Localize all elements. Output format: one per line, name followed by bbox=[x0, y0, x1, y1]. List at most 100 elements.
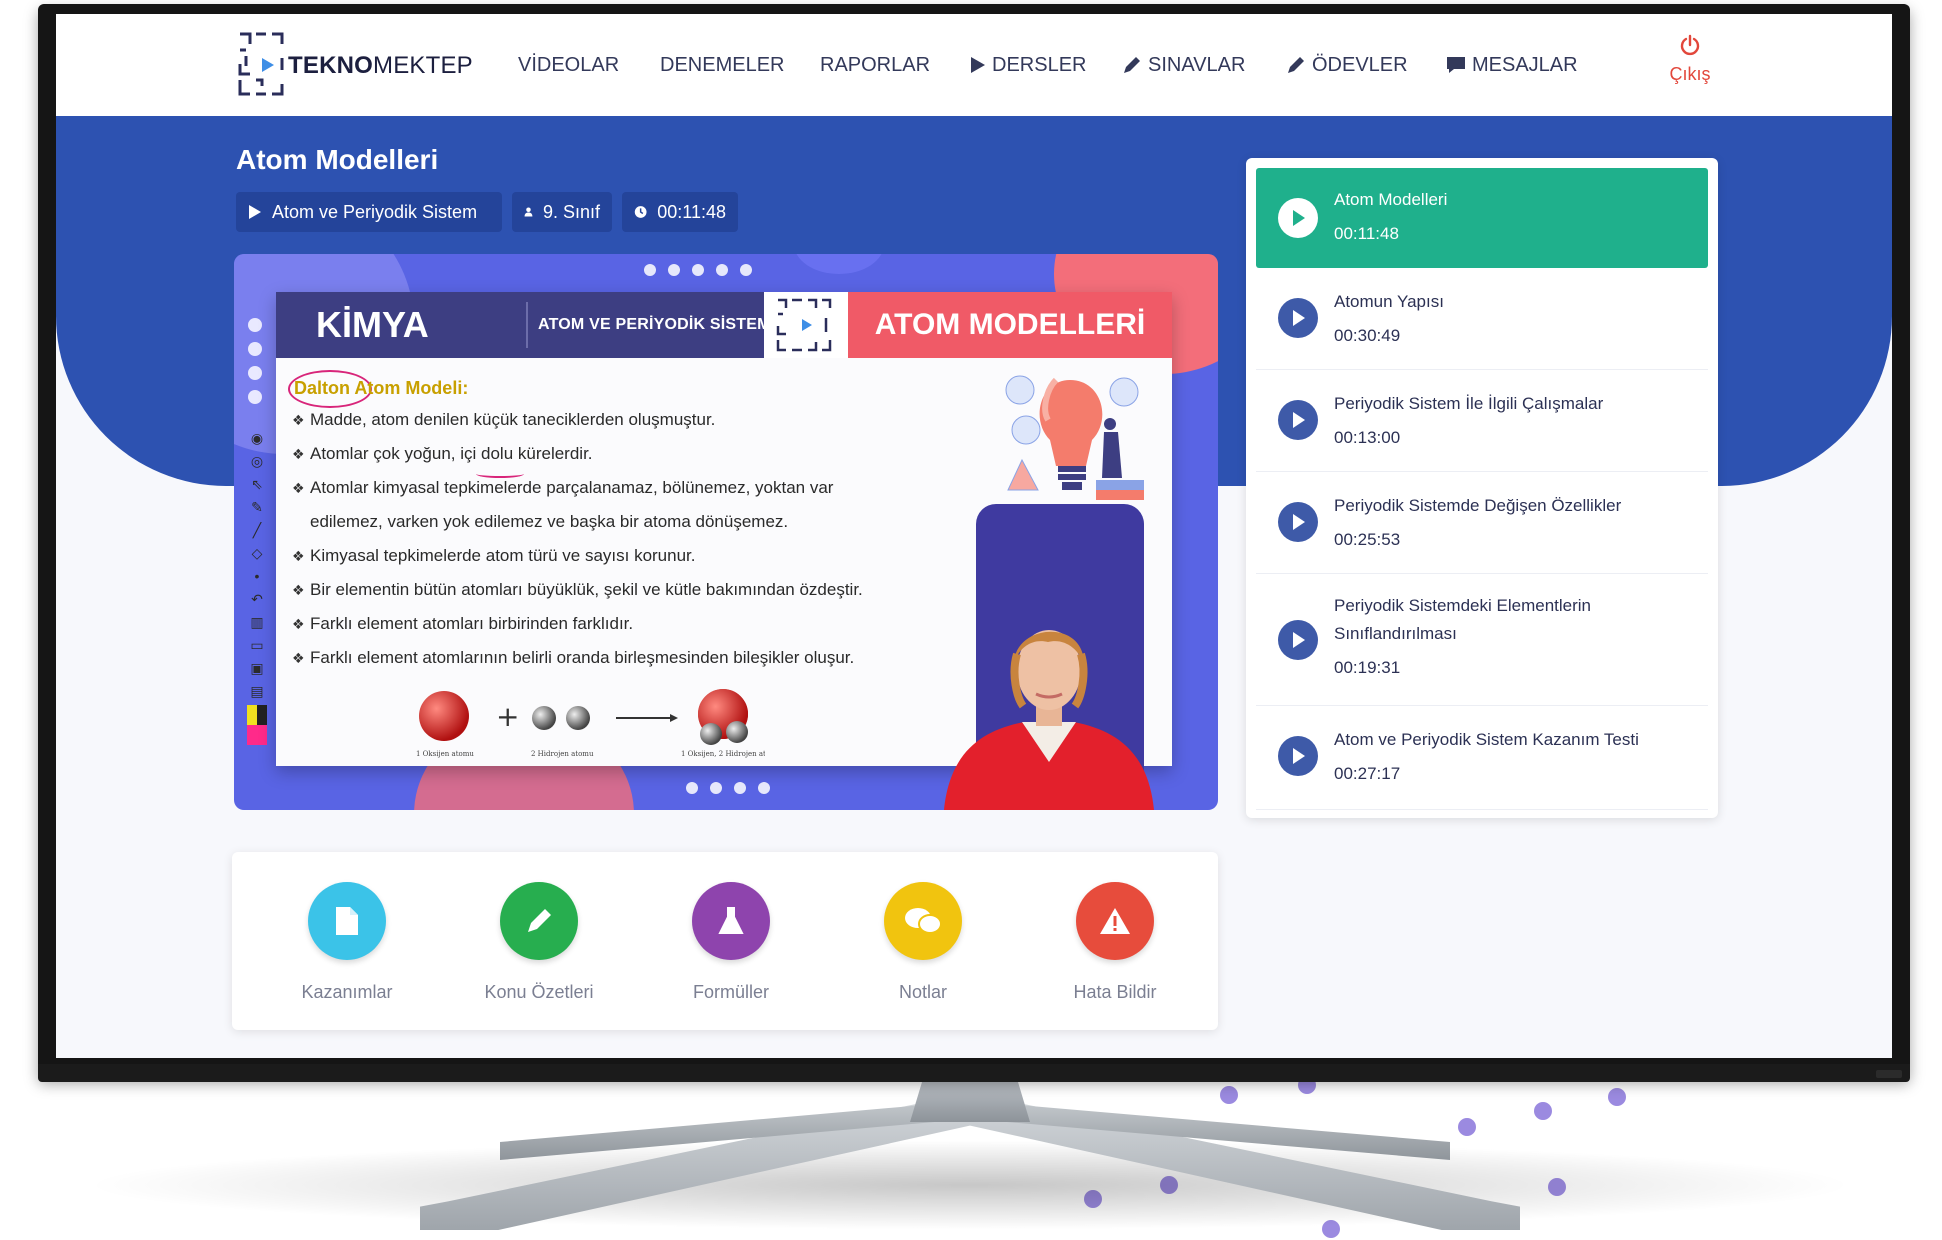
formuller-button[interactable]: Formüller bbox=[666, 882, 796, 1003]
slide-bullet: ❖ Madde, atom denilen küçük taneciklerden… bbox=[292, 410, 716, 429]
play-circle-icon bbox=[1278, 400, 1318, 440]
playlist-item[interactable]: Atom ve Periyodik Sistem Kazanım Testi 0… bbox=[1256, 706, 1708, 810]
nav-dersler[interactable]: DERSLER bbox=[970, 14, 1086, 116]
duration-label: 00:11:48 bbox=[657, 201, 726, 222]
slide-subject: KİMYA bbox=[316, 304, 429, 345]
hydrogen-atom bbox=[532, 706, 556, 730]
play-circle-icon bbox=[1278, 298, 1318, 338]
playlist-duration: 00:25:53 bbox=[1334, 530, 1401, 549]
diagram-label: 2 Hidrojen atomu bbox=[531, 750, 594, 758]
playlist-title: Periyodik Sistemde Değişen Özellikler bbox=[1334, 496, 1622, 515]
nav-raporlar[interactable]: RAPORLAR bbox=[820, 14, 930, 116]
unit-badge: Atom ve Periyodik Sistem bbox=[236, 192, 502, 232]
playlist-item[interactable]: Periyodik Sistemde Değişen Özellikler 00… bbox=[1256, 472, 1708, 574]
eraser-icon[interactable]: ◇ bbox=[247, 544, 267, 562]
tv-mockup: TEKNOMEKTEP VİDEOLAR DENEMELER RAPORLAR … bbox=[0, 0, 1942, 1240]
nav-videolar[interactable]: VİDEOLAR bbox=[518, 14, 619, 116]
diagram-label: 1 Oksijen atomu bbox=[416, 750, 474, 758]
diagram-label: 1 Oksijen, 2 Hidrojen atomu bbox=[681, 750, 765, 758]
teacher-video bbox=[944, 630, 1154, 810]
water-molecule: 1 Oksijen, 2 Hidrojen atomu bbox=[681, 689, 765, 758]
pencil-icon bbox=[1124, 57, 1140, 73]
drawing-toolbar-dots bbox=[248, 318, 262, 404]
highlighter-icon[interactable]: ✎ bbox=[247, 498, 267, 516]
playlist-item[interactable]: Atomun Yapısı 00:30:49 bbox=[1256, 268, 1708, 370]
logout-button[interactable]: Çıkış bbox=[1660, 34, 1720, 98]
tool-label: Hata Bildir bbox=[1073, 982, 1157, 1002]
playlist-duration: 00:11:48 bbox=[1334, 224, 1399, 243]
video-player[interactable]: ◉ ◎ ⇖ ✎ ╱ ◇ • ↶ ▥ ▭ ▣ ▤ KİMYA ATOM VE PE… bbox=[234, 254, 1218, 810]
lightbulb-illustration bbox=[1005, 375, 1144, 500]
playlist-item[interactable]: Periyodik Sistem İle İlgili Çalışmalar 0… bbox=[1256, 370, 1708, 472]
slide-pager-dots[interactable] bbox=[686, 782, 770, 794]
playlist-title: Periyodik Sistemdeki Elementlerin Sınıfl… bbox=[1334, 596, 1591, 643]
decorative-dot bbox=[1458, 1118, 1476, 1136]
decorative-dot bbox=[1220, 1086, 1238, 1104]
nav-denemeler[interactable]: DENEMELER bbox=[660, 14, 784, 116]
logo[interactable]: TEKNOMEKTEP bbox=[236, 28, 486, 100]
camera-icon[interactable]: ▣ bbox=[247, 659, 267, 677]
divider bbox=[526, 302, 528, 348]
decor-dots bbox=[644, 264, 752, 276]
nav-label: DENEMELER bbox=[660, 53, 785, 76]
duration-badge: 00:11:48 bbox=[622, 192, 738, 232]
playlist-item-active[interactable]: Atom Modelleri 00:11:48 bbox=[1256, 168, 1708, 268]
pin-icon[interactable]: ◉ bbox=[247, 429, 267, 447]
decorative-dot bbox=[1534, 1102, 1552, 1120]
play-circle-icon bbox=[1278, 620, 1318, 660]
hydrogen-atom bbox=[566, 706, 590, 730]
play-icon bbox=[249, 205, 261, 219]
screen-icon[interactable]: ▭ bbox=[247, 636, 267, 654]
tv-indicator bbox=[1876, 1070, 1902, 1078]
playlist-duration: 00:27:17 bbox=[1334, 764, 1401, 783]
tv-stand-neck bbox=[910, 1082, 1030, 1122]
site-header: TEKNOMEKTEP VİDEOLAR DENEMELER RAPORLAR … bbox=[56, 14, 1892, 116]
slide-header: KİMYA ATOM VE PERİYODİK SİSTEM bbox=[276, 292, 782, 358]
annotation-underline bbox=[476, 470, 524, 478]
nav-odevler[interactable]: ÖDEVLER bbox=[1286, 14, 1408, 116]
hata-bildir-button[interactable]: Hata Bildir bbox=[1050, 882, 1180, 1003]
pencil-icon bbox=[500, 882, 578, 960]
chat-icon bbox=[1447, 57, 1465, 73]
dot-icon[interactable]: • bbox=[247, 567, 267, 585]
playlist-duration: 00:13:00 bbox=[1334, 428, 1401, 447]
tool-label: Notlar bbox=[898, 982, 947, 1002]
document-icon bbox=[308, 882, 386, 960]
pen-icon[interactable]: ╱ bbox=[247, 521, 267, 539]
play-icon bbox=[971, 57, 985, 73]
nav-sinavlar[interactable]: SINAVLAR bbox=[1122, 14, 1245, 116]
logout-label: Çıkış bbox=[1669, 64, 1711, 84]
slide-heading: Dalton Atom Modeli: bbox=[294, 378, 469, 398]
slide-title-banner: ATOM MODELLERİ bbox=[848, 292, 1172, 358]
logo-text: TEKNOMEKTEP bbox=[288, 52, 473, 79]
clock-icon bbox=[634, 206, 647, 218]
undo-icon[interactable]: ↶ bbox=[247, 590, 267, 608]
clipboard-icon[interactable]: ▤ bbox=[247, 682, 267, 700]
nav-mesajlar[interactable]: MESAJLAR bbox=[1446, 14, 1578, 116]
flask-icon bbox=[692, 882, 770, 960]
decorative-dot bbox=[1608, 1088, 1626, 1106]
slide-bullet-continuation: edilemez, varken yok edilemez ve başka b… bbox=[310, 512, 789, 531]
playlist-duration: 00:30:49 bbox=[1334, 326, 1401, 345]
chat-bubbles-icon bbox=[884, 882, 962, 960]
trash-icon[interactable]: ▥ bbox=[247, 613, 267, 631]
cursor-icon[interactable]: ⇖ bbox=[247, 475, 267, 493]
konu-ozetleri-button[interactable]: Konu Özetleri bbox=[474, 882, 604, 1003]
pencil-icon bbox=[1288, 57, 1304, 73]
lesson-tools: Kazanımlar Konu Özetleri Formüller Notla… bbox=[232, 852, 1218, 1030]
stand-shadow bbox=[80, 1140, 1860, 1230]
nav-label: MESAJLAR bbox=[1472, 53, 1578, 76]
svg-text:+: + bbox=[496, 700, 519, 733]
nav-label: SINAVLAR bbox=[1148, 53, 1246, 76]
notlar-button[interactable]: Notlar bbox=[858, 882, 988, 1003]
playlist-title: Periyodik Sistem İle İlgili Çalışmalar bbox=[1334, 394, 1604, 413]
oxygen-atom bbox=[419, 691, 469, 741]
nav-label: ÖDEVLER bbox=[1312, 53, 1408, 76]
eye-icon[interactable]: ◎ bbox=[247, 452, 267, 470]
kazanimlar-button[interactable]: Kazanımlar bbox=[282, 882, 412, 1003]
grade-badge: 9. Sınıf bbox=[512, 192, 612, 232]
color-palette-icon[interactable] bbox=[247, 705, 267, 745]
playlist-item[interactable]: Periyodik Sistemdeki Elementlerin Sınıfl… bbox=[1256, 574, 1708, 706]
playlist-title: Atom ve Periyodik Sistem Kazanım Testi bbox=[1334, 730, 1639, 749]
play-circle-icon bbox=[1278, 736, 1318, 776]
